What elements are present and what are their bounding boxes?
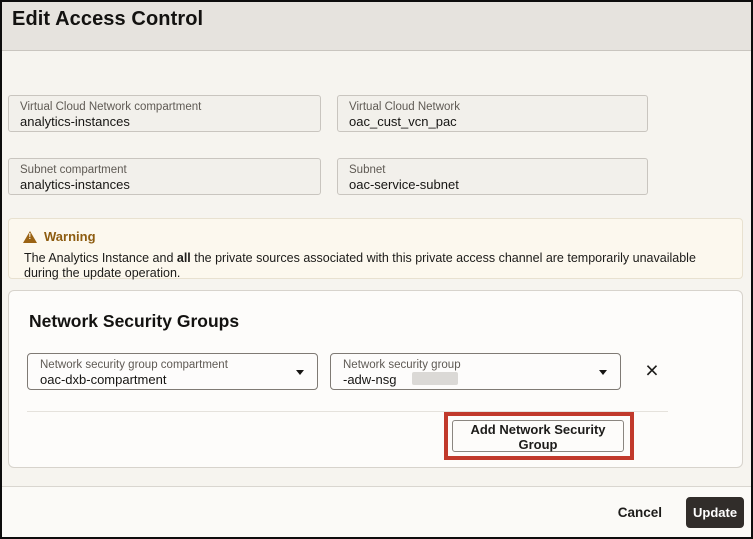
vcn-field: Virtual Cloud Network oac_cust_vcn_pac [337,95,648,132]
warning-title: Warning [44,229,96,244]
close-icon: × [645,357,658,383]
nsg-select[interactable]: Network security group -adw-nsg [330,353,621,390]
nsg-select-value-text: -adw-nsg [343,372,396,387]
network-security-groups-card: Network Security Groups Network security… [8,290,743,468]
edit-access-control-dialog: Edit Access Control Virtual Cloud Networ… [0,0,753,539]
warning-message: The Analytics Instance and all the priva… [24,251,728,281]
subnet-field: Subnet oac-service-subnet [337,158,648,195]
chevron-down-icon[interactable] [296,370,304,375]
subnet-value: oac-service-subnet [349,177,636,193]
add-network-security-group-button[interactable]: Add Network Security Group [452,420,624,452]
dialog-footer: Cancel Update [2,486,751,537]
nsg-section-heading: Network Security Groups [29,311,239,332]
dialog-title: Edit Access Control [12,8,203,31]
cancel-button[interactable]: Cancel [616,501,664,524]
update-button[interactable]: Update [686,497,744,528]
subnet-compartment-value: analytics-instances [20,177,309,193]
warning-banner: Warning The Analytics Instance and all t… [8,218,743,279]
nsg-compartment-select-value: oac-dxb-compartment [40,372,287,388]
dialog-header: Edit Access Control [2,2,751,51]
warning-message-bold: all [177,251,191,265]
nsg-select-value: -adw-nsg [343,372,590,388]
redaction-overlay [412,372,458,385]
vcn-label: Virtual Cloud Network [349,100,636,114]
subnet-compartment-field: Subnet compartment analytics-instances [8,158,321,195]
subnet-compartment-label: Subnet compartment [20,163,309,177]
nsg-compartment-select[interactable]: Network security group compartment oac-d… [27,353,318,390]
nsg-compartment-select-label: Network security group compartment [40,358,287,372]
vcn-compartment-field: Virtual Cloud Network compartment analyt… [8,95,321,132]
chevron-down-icon[interactable] [599,370,607,375]
subnet-label: Subnet [349,163,636,177]
vcn-compartment-label: Virtual Cloud Network compartment [20,100,309,114]
nsg-select-label: Network security group [343,358,590,372]
vcn-compartment-value: analytics-instances [20,114,309,130]
warning-message-prefix: The Analytics Instance and [24,251,177,265]
vcn-value: oac_cust_vcn_pac [349,114,636,130]
warning-triangle-icon [23,231,37,243]
warning-header: Warning [23,229,728,244]
remove-nsg-row-button[interactable]: × [638,353,666,387]
